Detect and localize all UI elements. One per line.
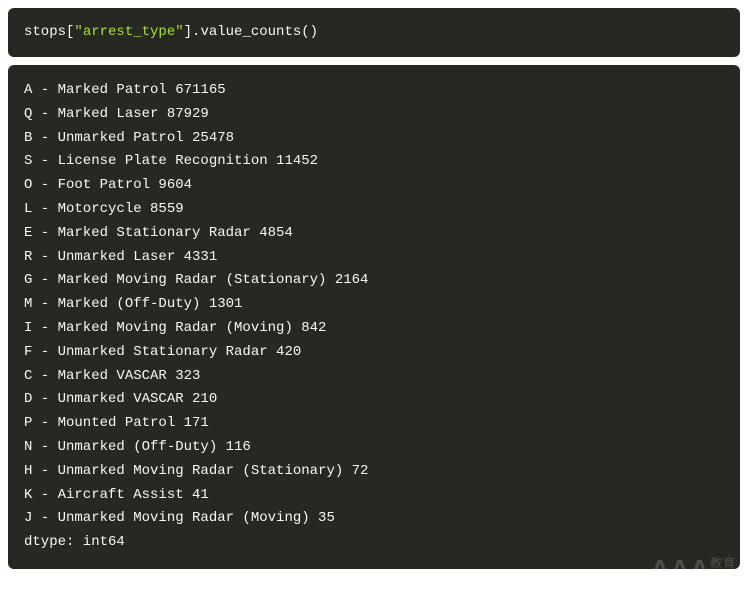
output-row: B - Unmarked Patrol 25478 — [24, 127, 724, 151]
output-row: H - Unmarked Moving Radar (Stationary) 7… — [24, 460, 724, 484]
code-output-cell: A - Marked Patrol 671165Q - Marked Laser… — [8, 65, 740, 569]
output-row: C - Marked VASCAR 323 — [24, 365, 724, 389]
output-row: A - Marked Patrol 671165 — [24, 79, 724, 103]
output-row: J - Unmarked Moving Radar (Moving) 35 — [24, 507, 724, 531]
output-row: E - Marked Stationary Radar 4854 — [24, 222, 724, 246]
output-row: O - Foot Patrol 9604 — [24, 174, 724, 198]
output-row: D - Unmarked VASCAR 210 — [24, 388, 724, 412]
output-row: F - Unmarked Stationary Radar 420 — [24, 341, 724, 365]
output-row: K - Aircraft Assist 41 — [24, 484, 724, 508]
output-row: M - Marked (Off-Duty) 1301 — [24, 293, 724, 317]
output-row: Q - Marked Laser 87929 — [24, 103, 724, 127]
code-token-string: "arrest_type" — [74, 24, 183, 40]
output-row: P - Mounted Patrol 171 — [24, 412, 724, 436]
output-row: G - Marked Moving Radar (Stationary) 216… — [24, 269, 724, 293]
output-row: S - License Plate Recognition 11452 — [24, 150, 724, 174]
output-row: L - Motorcycle 8559 — [24, 198, 724, 222]
output-row: I - Marked Moving Radar (Moving) 842 — [24, 317, 724, 341]
code-input-cell: stops["arrest_type"].value_counts() — [8, 8, 740, 57]
output-dtype: dtype: int64 — [24, 531, 724, 555]
code-token-prefix: stops[ — [24, 24, 74, 40]
output-row: R - Unmarked Laser 4331 — [24, 246, 724, 270]
output-row: N - Unmarked (Off-Duty) 116 — [24, 436, 724, 460]
code-token-suffix: ].value_counts() — [184, 24, 318, 40]
